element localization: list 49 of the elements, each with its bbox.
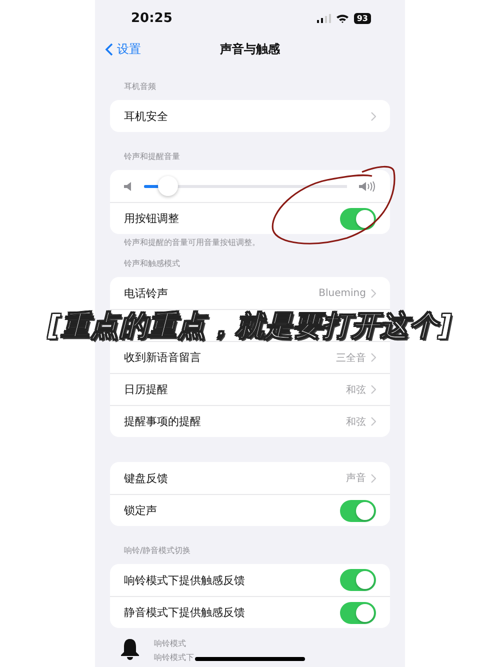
section-header: 铃声和触感模式 (123, 258, 181, 270)
toggle-switch[interactable] (340, 602, 376, 624)
row-label: 锁定声 (124, 503, 157, 518)
settings-row[interactable]: 日历提醒 和弦 (110, 373, 390, 405)
row-label: 键盘反馈 (124, 470, 168, 486)
section-header: 响铃/静音模式切换 (123, 545, 192, 557)
row-value: Blueming (318, 288, 366, 298)
settings-row[interactable]: 提醒事项的提醒 和弦 (110, 405, 390, 437)
row-label: 电话铃声 (124, 286, 168, 300)
page-title: 声音与触感 (220, 40, 280, 58)
toggle-switch[interactable] (340, 208, 376, 230)
section-header: 耳机音频 (123, 81, 157, 93)
row-label: 日历提醒 (124, 382, 168, 397)
mode-description: 响铃模式下 (154, 652, 194, 663)
back-button[interactable]: 设置 (105, 40, 141, 58)
chevron-icon (371, 112, 376, 120)
settings-row[interactable]: 耳机安全 (110, 100, 390, 132)
battery-level: 93 (354, 12, 371, 24)
row-label: 响铃模式下提供触感反馈 (124, 572, 245, 588)
signal-icon (316, 14, 331, 22)
chevron-icon (371, 385, 376, 394)
section-header: 铃声和提醒音量 (123, 151, 181, 163)
toggle-switch[interactable] (340, 569, 376, 591)
row-label: 收到新语音留言 (124, 350, 201, 365)
settings-row[interactable]: 键盘反馈 声音 (110, 462, 390, 494)
toggle-switch[interactable] (340, 500, 376, 522)
section-footer: 铃声和提醒的音量可用音量按钮调整。 (95, 237, 405, 249)
settings-row[interactable]: 电话铃声 Blueming (110, 277, 390, 309)
mode-title: 响铃模式 (154, 638, 187, 649)
annotation-caption: [重点的重点，就是要打开这个] (48, 308, 452, 344)
chevron-icon (371, 288, 376, 298)
back-chevron-icon (105, 42, 113, 56)
bell-icon (120, 638, 140, 660)
chevron-icon (371, 417, 376, 426)
row-label: 静音模式下提供触感反馈 (124, 605, 245, 620)
row-value: 声音 (346, 472, 366, 485)
row-value: 和弦 (346, 416, 366, 428)
chevron-icon (371, 353, 376, 362)
row-label: 耳机安全 (124, 108, 168, 124)
status-time: 20:25 (131, 10, 172, 26)
settings-row[interactable]: 收到新语音留言 三全音 (110, 341, 390, 373)
row-label: 用按钮调整 (124, 211, 179, 226)
row-value: 和弦 (346, 384, 366, 396)
row-label: 提醒事项的提醒 (124, 414, 201, 429)
row-value: 三全音 (336, 352, 366, 364)
chevron-icon (371, 474, 376, 482)
speaker-loud-icon (359, 180, 376, 192)
wifi-icon (336, 14, 349, 22)
speaker-low-icon (124, 182, 132, 190)
